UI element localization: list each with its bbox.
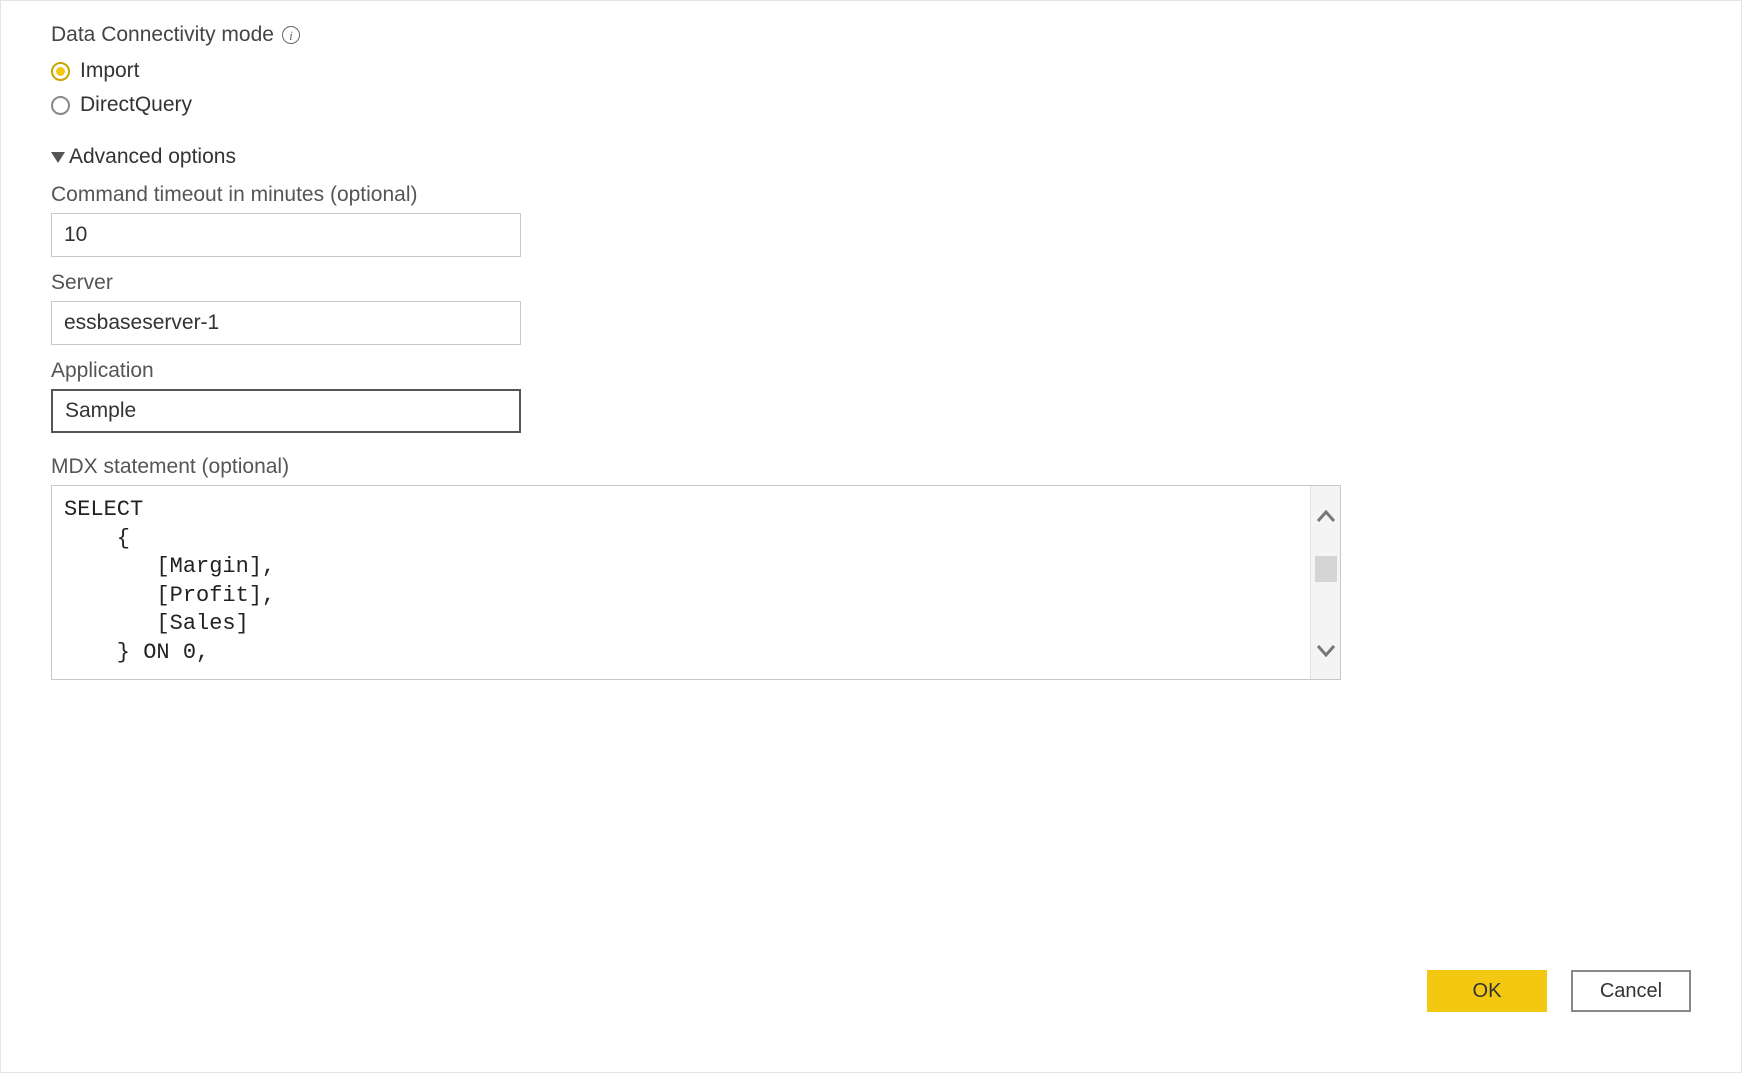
advanced-options-label: Advanced options [69,145,236,169]
mdx-textarea-container: SELECT { [Margin], [Profit], [Sales] } O… [51,485,1341,680]
cancel-button[interactable]: Cancel [1571,970,1691,1012]
scroll-down-icon[interactable] [1317,639,1335,661]
application-input[interactable] [51,389,521,433]
mdx-textarea[interactable]: SELECT { [Margin], [Profit], [Sales] } O… [52,486,1310,679]
radio-directquery[interactable]: DirectQuery [51,93,1691,117]
radio-button-icon [51,96,70,115]
radio-button-icon [51,62,70,81]
mdx-scrollbar[interactable] [1310,486,1340,679]
info-icon[interactable]: i [282,26,300,44]
mdx-label: MDX statement (optional) [51,455,1691,479]
dialog-button-row: OK Cancel [1427,970,1691,1012]
scroll-up-icon[interactable] [1317,504,1335,526]
advanced-options-toggle[interactable]: Advanced options [51,145,1691,169]
server-label: Server [51,271,1691,295]
timeout-label: Command timeout in minutes (optional) [51,183,1691,207]
connectivity-mode-radio-group: Import DirectQuery [51,59,1691,117]
timeout-input[interactable] [51,213,521,257]
scroll-thumb[interactable] [1315,556,1337,582]
radio-directquery-label: DirectQuery [80,93,192,117]
connectivity-mode-label: Data Connectivity mode [51,23,274,47]
radio-import-label: Import [80,59,140,83]
application-label: Application [51,359,1691,383]
radio-import[interactable]: Import [51,59,1691,83]
ok-button[interactable]: OK [1427,970,1547,1012]
connectivity-mode-heading: Data Connectivity mode i [51,23,1691,47]
chevron-down-icon [51,152,65,163]
connection-dialog: Data Connectivity mode i Import DirectQu… [0,0,1742,1073]
server-input[interactable] [51,301,521,345]
